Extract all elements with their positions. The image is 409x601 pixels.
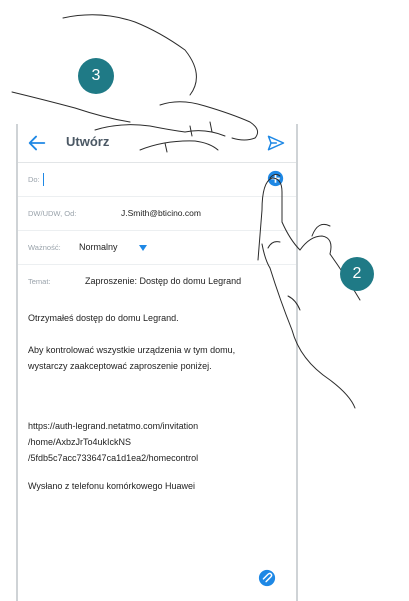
priority-value[interactable]: Normalny bbox=[79, 242, 118, 252]
email-compose-screen: Utwórz Do: DW/UDW, Od: J.Smith@bticino.c… bbox=[16, 124, 298, 601]
cc-bcc-from-field[interactable]: DW/UDW, Od: J.Smith@bticino.com bbox=[18, 196, 296, 231]
text-cursor bbox=[43, 173, 44, 186]
priority-field[interactable]: Ważność: Normalny bbox=[18, 230, 296, 265]
signature[interactable]: Wysłano z telefonu komórkowego Huawei bbox=[28, 478, 263, 494]
link-part-2: /home/AxbzJrTo4ukIckNS bbox=[28, 437, 132, 447]
link-part-1: https://auth-legrand.netatmo.com/invitat… bbox=[28, 421, 199, 431]
add-contact-icon[interactable] bbox=[267, 170, 284, 187]
send-icon[interactable] bbox=[266, 133, 286, 153]
link-part-3: /5fdb5c7acc733647ca1d1ea2/homecontrol bbox=[28, 453, 199, 463]
step-3-marker: 3 bbox=[78, 58, 114, 94]
subject-field[interactable]: Temat: Zaproszenie: Dostęp do domu Legra… bbox=[18, 264, 296, 298]
step-2-marker: 2 bbox=[340, 257, 374, 291]
body-line-2[interactable]: Aby kontrolować wszystkie urządzenia w t… bbox=[28, 342, 263, 374]
subject-label: Temat: bbox=[28, 277, 51, 286]
to-label: Do: bbox=[28, 175, 40, 184]
cc-label: DW/UDW, Od: bbox=[28, 209, 77, 218]
subject-value[interactable]: Zaproszenie: Dostęp do domu Legrand bbox=[85, 276, 241, 286]
dropdown-icon[interactable] bbox=[138, 244, 148, 252]
priority-label: Ważność: bbox=[28, 243, 61, 252]
back-arrow-icon[interactable] bbox=[26, 132, 48, 154]
from-value: J.Smith@bticino.com bbox=[121, 208, 201, 218]
to-field[interactable]: Do: bbox=[18, 162, 296, 197]
invitation-link[interactable]: https://auth-legrand.netatmo.com/invitat… bbox=[28, 418, 263, 466]
body-line-1[interactable]: Otrzymałeś dostęp do domu Legrand. bbox=[28, 310, 263, 326]
page-title: Utwórz bbox=[66, 134, 110, 149]
app-bar: Utwórz bbox=[18, 124, 296, 163]
attachment-icon[interactable] bbox=[258, 569, 276, 587]
